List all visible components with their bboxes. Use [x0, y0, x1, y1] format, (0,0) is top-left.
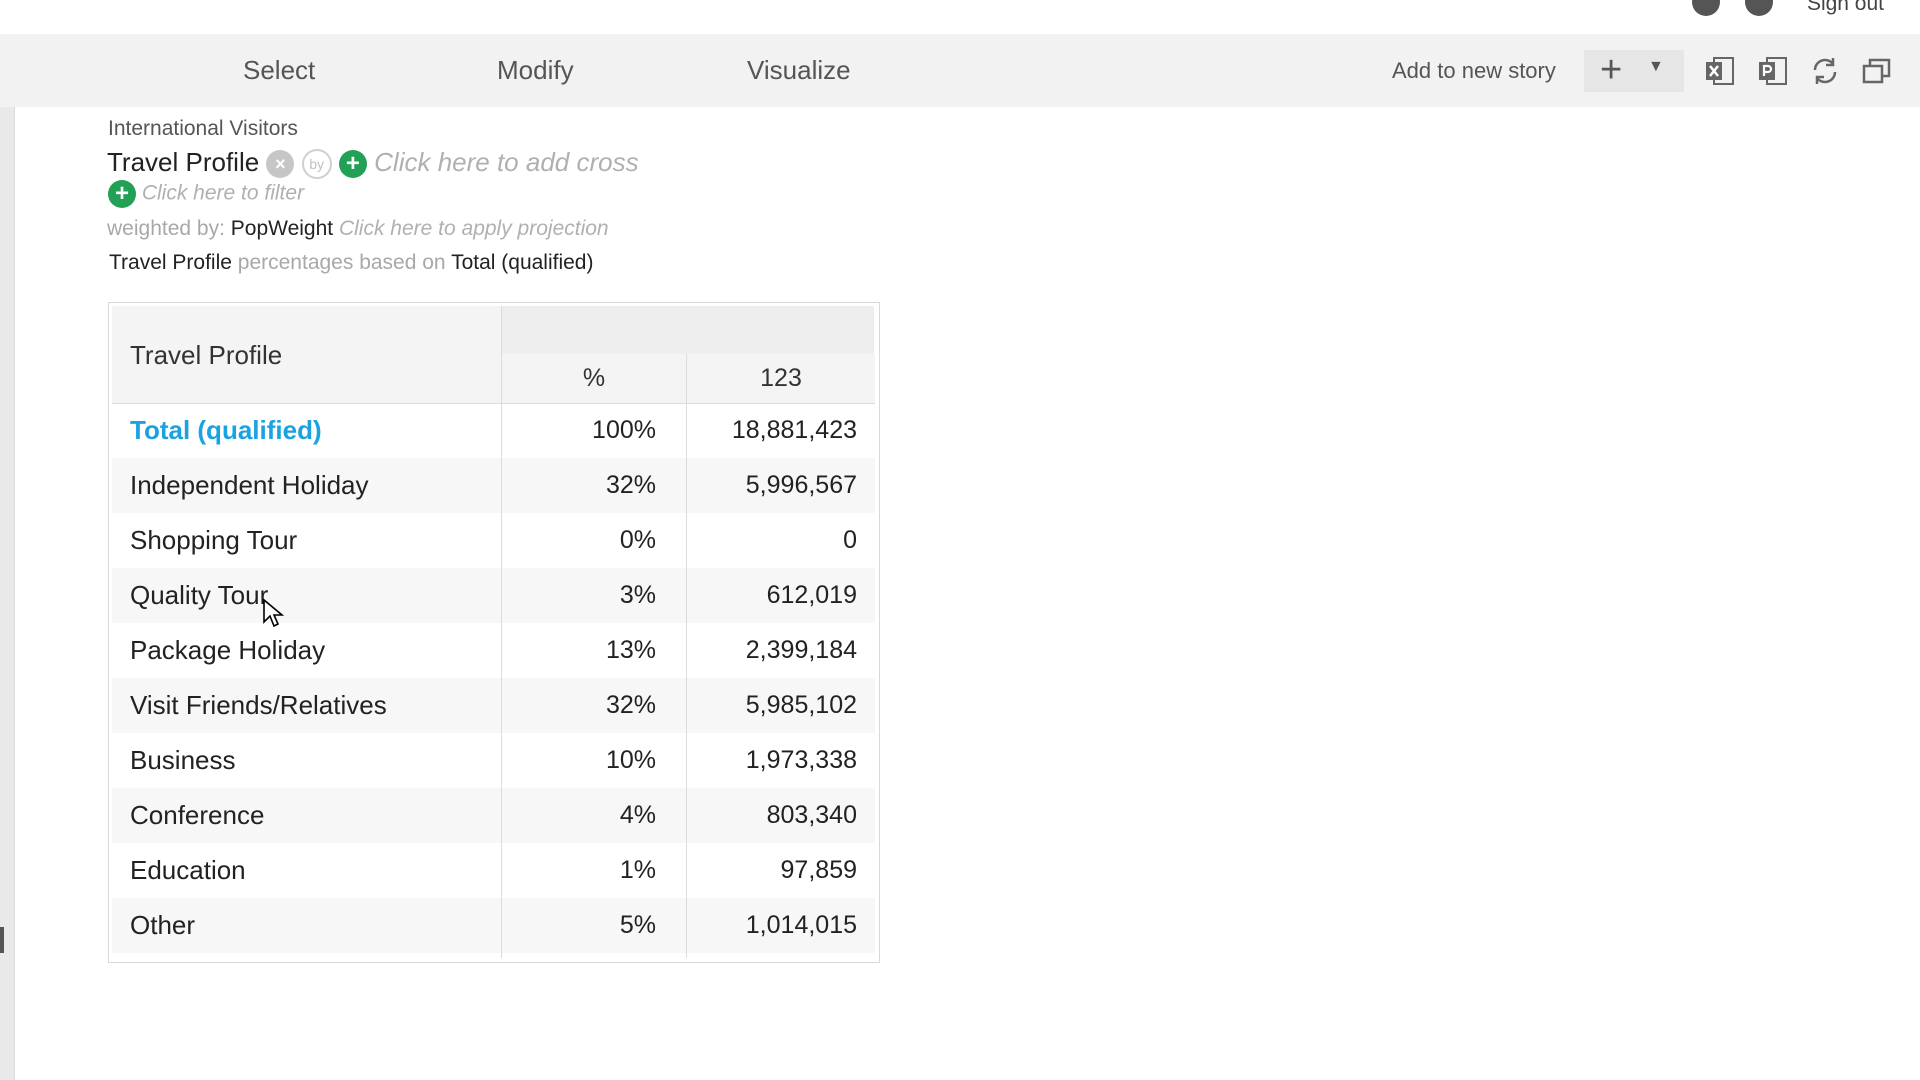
row-label[interactable]: Other [130, 898, 195, 953]
row-label[interactable]: Shopping Tour [130, 513, 297, 568]
weight-variable[interactable]: PopWeight [231, 217, 333, 240]
cell-count: 1,973,338 [745, 746, 857, 774]
cell-percent: 32% [605, 691, 656, 719]
cell-percent: 1% [619, 856, 656, 884]
cell-percent: 3% [619, 581, 656, 609]
apply-projection-hint[interactable]: Click here to apply projection [339, 217, 609, 240]
cell-percent: 13% [605, 636, 656, 664]
row-label[interactable]: Total (qualified) [130, 403, 322, 458]
add-filter-icon[interactable]: + [108, 180, 136, 208]
tab-select[interactable]: Select [243, 34, 315, 107]
cell-count: 1,014,015 [745, 911, 857, 939]
table-row[interactable]: Business 10% 1,973,338 [112, 733, 875, 788]
cell-count: 18,881,423 [731, 416, 857, 444]
tab-modify[interactable]: Modify [497, 34, 574, 107]
table-row[interactable]: Visit Friends/Relatives 32% 5,985,102 [112, 678, 875, 733]
row-label[interactable]: Package Holiday [130, 623, 325, 678]
cell-count: 0 [843, 526, 857, 554]
row-label[interactable]: Visit Friends/Relatives [130, 678, 387, 733]
excel-export-icon[interactable] [1703, 54, 1737, 88]
chevron-down-icon[interactable]: ▼ [1648, 58, 1664, 76]
main-toolbar: Select Modify Visualize Add to new story… [0, 34, 1920, 107]
percentage-base-text: percentages based on [237, 251, 446, 274]
cell-percent: 100% [592, 416, 656, 444]
weighted-by-label: weighted by: [107, 217, 225, 240]
corner-label: Travel Profile [130, 340, 283, 370]
panel-resize-handle[interactable] [0, 927, 4, 953]
column-divider [686, 354, 687, 958]
window-restore-icon[interactable] [1860, 54, 1894, 88]
cell-percent: 32% [605, 471, 656, 499]
cell-percent: 10% [605, 746, 656, 774]
help-icon[interactable] [1745, 0, 1773, 16]
row-label[interactable]: Independent Holiday [130, 458, 369, 513]
cell-count: 97,859 [780, 856, 857, 884]
plus-icon: + [1600, 49, 1623, 91]
filter-row: + Click here to filter [108, 180, 304, 208]
add-story-button[interactable]: + ▼ [1584, 50, 1684, 92]
dataset-name: International Visitors [108, 117, 298, 140]
table-row[interactable]: Education 1% 97,859 [112, 843, 875, 898]
row-label[interactable]: Quality Tour [130, 568, 268, 623]
percentage-base-row: Travel Profile percentages based on Tota… [109, 251, 593, 275]
left-panel-edge[interactable] [0, 107, 15, 1080]
contrast-icon[interactable] [1692, 0, 1720, 16]
percentage-base-value[interactable]: Total (qualified) [451, 251, 593, 274]
table-row[interactable]: Independent Holiday 32% 5,996,567 [112, 458, 875, 513]
table-row-total[interactable]: Total (qualified) 100% 18,881,423 [112, 403, 875, 458]
table-row[interactable]: Quality Tour 3% 612,019 [112, 568, 875, 623]
remove-icon[interactable]: × [266, 150, 295, 179]
cell-percent: 5% [619, 911, 656, 939]
weight-row: weighted by: PopWeight Click here to app… [107, 217, 609, 241]
crosstab-table: Travel Profile % 123 Total (qualified) 1… [108, 302, 880, 963]
by-icon[interactable]: by [301, 149, 332, 180]
row-label[interactable]: Conference [130, 788, 264, 843]
add-filter-hint[interactable]: Click here to filter [142, 182, 304, 205]
add-cross-icon[interactable]: + [338, 150, 367, 179]
cell-count: 612,019 [766, 581, 857, 609]
sign-out-link[interactable]: Sign out [1807, 0, 1884, 16]
column-header-percent[interactable]: % [502, 354, 686, 403]
powerpoint-export-icon[interactable] [1756, 54, 1790, 88]
top-strip: Sign out [0, 0, 1920, 34]
cell-percent: 0% [619, 526, 656, 554]
mouse-cursor-icon [263, 598, 285, 628]
cell-percent: 4% [619, 801, 656, 829]
table-row[interactable]: Other 5% 1,014,015 [112, 898, 875, 953]
column-banner-header [502, 306, 874, 354]
add-cross-hint[interactable]: Click here to add cross [374, 147, 638, 177]
table-row[interactable]: Conference 4% 803,340 [112, 788, 875, 843]
column-header-count[interactable]: 123 [687, 354, 875, 403]
table-row[interactable]: Package Holiday 13% 2,399,184 [112, 623, 875, 678]
row-label[interactable]: Business [130, 733, 236, 788]
refresh-icon[interactable] [1808, 54, 1842, 88]
header-divider [112, 403, 875, 404]
percentage-variable: Travel Profile [109, 251, 232, 274]
add-to-story-label[interactable]: Add to new story [1392, 34, 1556, 107]
cell-count: 803,340 [766, 801, 857, 829]
row-label[interactable]: Education [130, 843, 246, 898]
table-row[interactable]: Shopping Tour 0% 0 [112, 513, 875, 568]
cell-count: 5,985,102 [745, 691, 857, 719]
row-variable-label[interactable]: Travel Profile [107, 147, 259, 177]
cell-count: 5,996,567 [745, 471, 857, 499]
cell-count: 2,399,184 [745, 636, 857, 664]
table-definition-row: Travel Profile × by + Click here to add … [107, 147, 639, 180]
tab-visualize[interactable]: Visualize [747, 34, 851, 107]
table-corner-header: Travel Profile [112, 306, 502, 403]
